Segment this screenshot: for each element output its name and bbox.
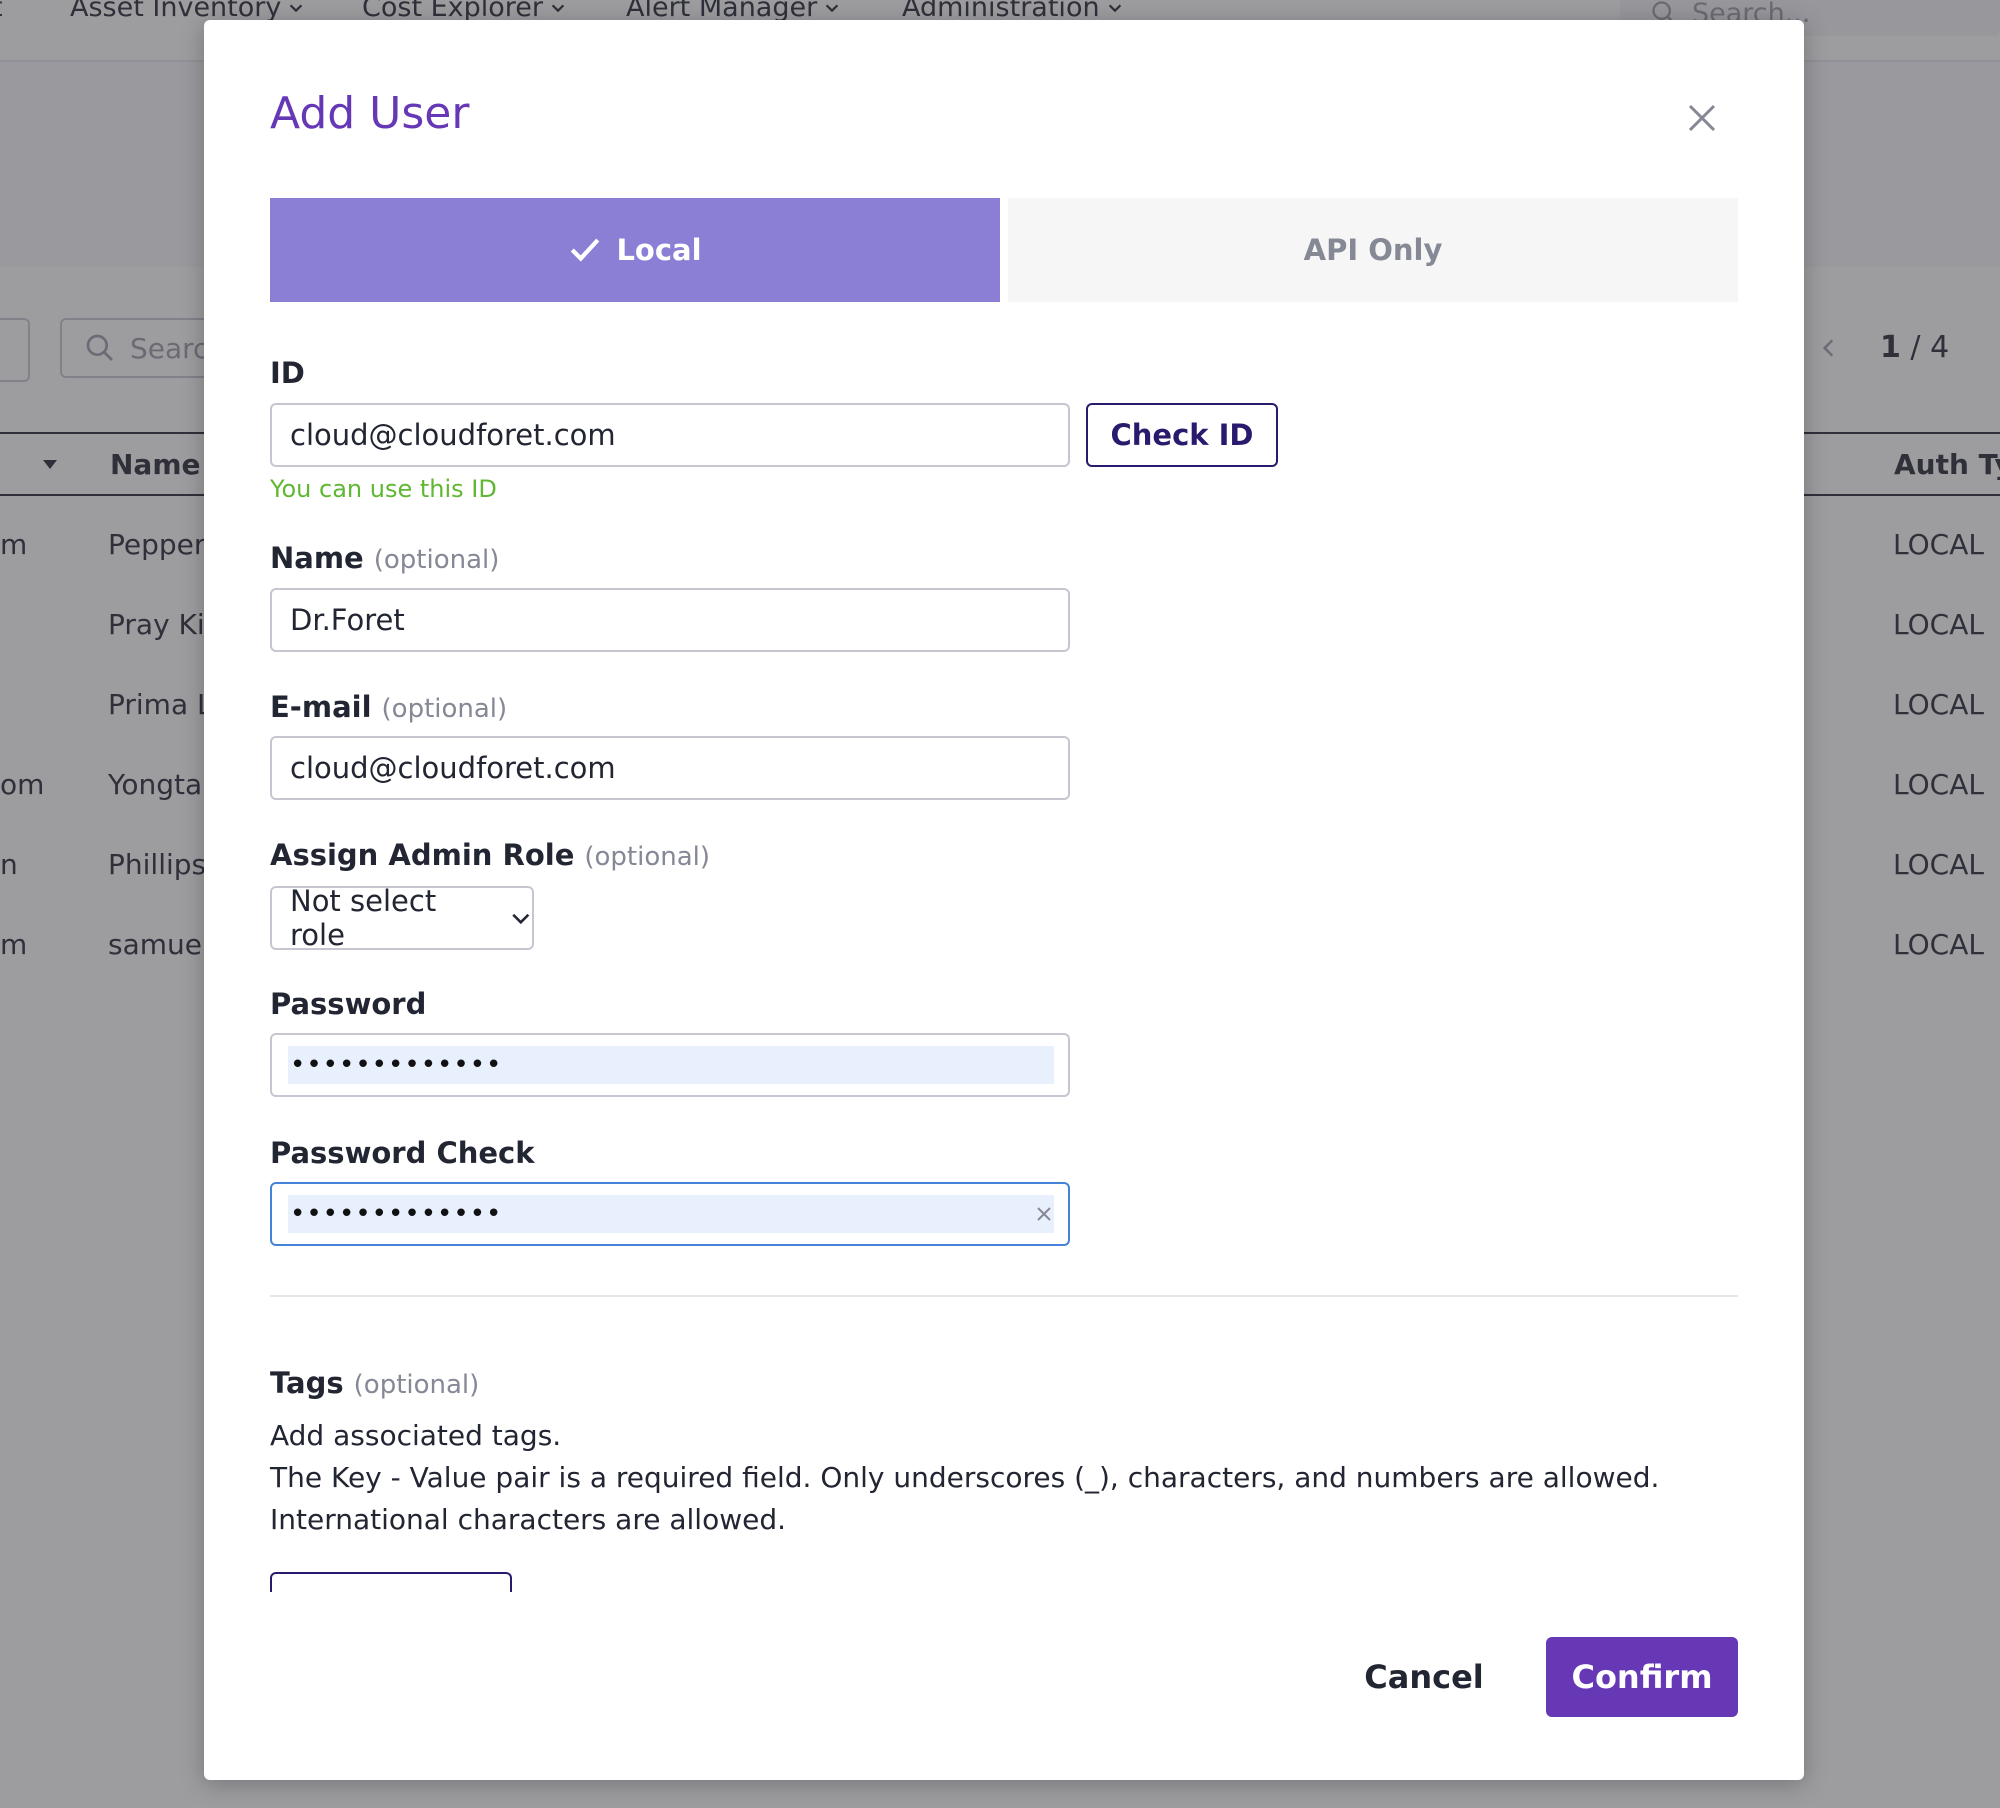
- add-user-modal: Add User Local API Only ID cloud@cloudfo…: [204, 20, 1804, 1780]
- admin-role-select[interactable]: Not select role: [270, 884, 534, 952]
- close-icon[interactable]: [1684, 100, 1720, 136]
- check-id-button[interactable]: Check ID: [1086, 403, 1278, 467]
- password-label: Password: [270, 987, 427, 1021]
- password-check-label: Password Check: [270, 1136, 535, 1170]
- tags-label: Tags (optional): [270, 1366, 480, 1400]
- confirm-button[interactable]: Confirm: [1546, 1637, 1738, 1717]
- password-check-field[interactable]: •••••••••••••: [270, 1182, 1070, 1246]
- tab-local[interactable]: Local: [270, 198, 1000, 302]
- email-field[interactable]: cloud@cloudforet.com: [270, 736, 1070, 800]
- chevron-down-icon: [512, 913, 530, 925]
- clear-input-icon[interactable]: [1034, 1204, 1054, 1224]
- email-label: E-mail (optional): [270, 690, 508, 724]
- add-tag-button[interactable]: [270, 1572, 512, 1592]
- section-divider: [270, 1295, 1738, 1297]
- name-label: Name (optional): [270, 541, 500, 575]
- check-icon: [571, 238, 600, 262]
- name-field[interactable]: Dr.Foret: [270, 588, 1070, 652]
- id-field[interactable]: cloud@cloudforet.com: [270, 403, 1070, 467]
- tab-api-only[interactable]: API Only: [1008, 198, 1738, 302]
- id-label: ID: [270, 356, 305, 390]
- tags-description-rules: The Key - Value pair is a required field…: [270, 1461, 1660, 1536]
- id-valid-message: You can use this ID: [270, 475, 497, 503]
- password-check-value: •••••••••••••: [288, 1195, 1054, 1233]
- cancel-button[interactable]: Cancel: [1344, 1637, 1504, 1717]
- password-field[interactable]: •••••••••••••: [270, 1033, 1070, 1097]
- tags-description-intro: Add associated tags.: [270, 1419, 562, 1452]
- password-value: •••••••••••••: [288, 1046, 1054, 1084]
- admin-role-label: Assign Admin Role (optional): [270, 838, 711, 872]
- modal-title: Add User: [270, 88, 470, 139]
